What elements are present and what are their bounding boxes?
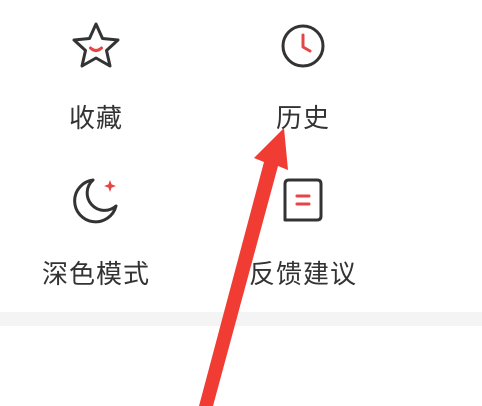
menu-item-feedback[interactable]: 反馈建议 — [228, 170, 378, 290]
screen: 收藏 历史 深色模式 反馈建议 — [0, 0, 482, 406]
menu-item-dark-mode[interactable]: 深色模式 — [21, 170, 171, 290]
lower-section — [0, 326, 482, 406]
star-icon — [66, 18, 126, 78]
menu-grid: 收藏 历史 深色模式 反馈建议 — [0, 0, 482, 312]
menu-item-label: 收藏 — [68, 104, 123, 134]
menu-item-label: 深色模式 — [41, 260, 150, 290]
menu-item-label: 历史 — [275, 104, 330, 134]
clock-icon — [273, 18, 333, 78]
section-divider — [0, 312, 482, 326]
menu-item-label: 反馈建议 — [248, 260, 357, 290]
moon-icon — [66, 170, 126, 230]
menu-item-history[interactable]: 历史 — [228, 18, 378, 138]
feedback-icon — [273, 170, 333, 230]
menu-item-favorites[interactable]: 收藏 — [21, 18, 171, 138]
